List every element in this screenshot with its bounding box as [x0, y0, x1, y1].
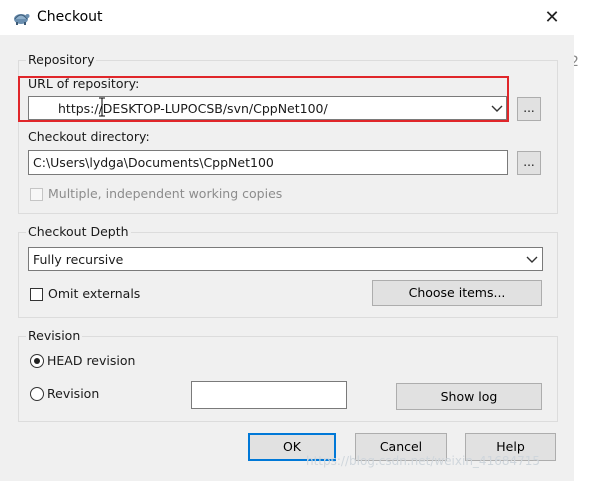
multiple-working-copies-label: Multiple, independent working copies	[48, 186, 283, 201]
close-icon: ✕	[544, 7, 560, 28]
watermark-text: https://blog.csdn.net/weixin_41684715	[306, 454, 541, 468]
revision-label: Revision	[47, 386, 100, 401]
radio-selected-dot	[34, 358, 40, 364]
revision-radio[interactable]	[30, 387, 44, 401]
head-revision-label: HEAD revision	[47, 353, 136, 368]
checkout-depth-group-label: Checkout Depth	[26, 224, 131, 239]
close-button[interactable]: ✕	[538, 4, 566, 32]
browse-dir-button[interactable]: ...	[517, 151, 541, 175]
chevron-down-icon[interactable]	[526, 252, 538, 266]
checkout-dialog: Checkout ✕ Repository URL of repository:…	[0, 0, 574, 481]
dialog-title: Checkout	[37, 9, 103, 25]
url-highlight-box	[18, 76, 509, 122]
multiple-working-copies-checkbox[interactable]	[30, 188, 43, 201]
revision-input[interactable]	[191, 381, 347, 409]
text-cursor-icon	[99, 97, 105, 117]
show-log-button[interactable]: Show log	[396, 383, 542, 410]
omit-externals-label: Omit externals	[48, 286, 141, 301]
checkout-dir-value: C:\Users\lydga\Documents\CppNet100	[33, 155, 274, 170]
repository-group-label: Repository	[26, 52, 97, 67]
depth-select[interactable]: Fully recursive	[28, 247, 543, 271]
checkout-dir-input[interactable]: C:\Users\lydga\Documents\CppNet100	[28, 150, 508, 175]
choose-items-button[interactable]: Choose items...	[372, 280, 542, 306]
head-revision-radio[interactable]	[30, 354, 44, 368]
revision-group-label: Revision	[26, 328, 83, 343]
checkout-dir-label: Checkout directory:	[28, 129, 150, 144]
omit-externals-checkbox[interactable]	[30, 288, 43, 301]
title-bar[interactable]: Checkout ✕	[0, 0, 574, 35]
browse-url-button[interactable]: ...	[517, 97, 541, 121]
depth-selected-value: Fully recursive	[33, 252, 124, 267]
tortoise-svn-icon	[14, 14, 30, 25]
